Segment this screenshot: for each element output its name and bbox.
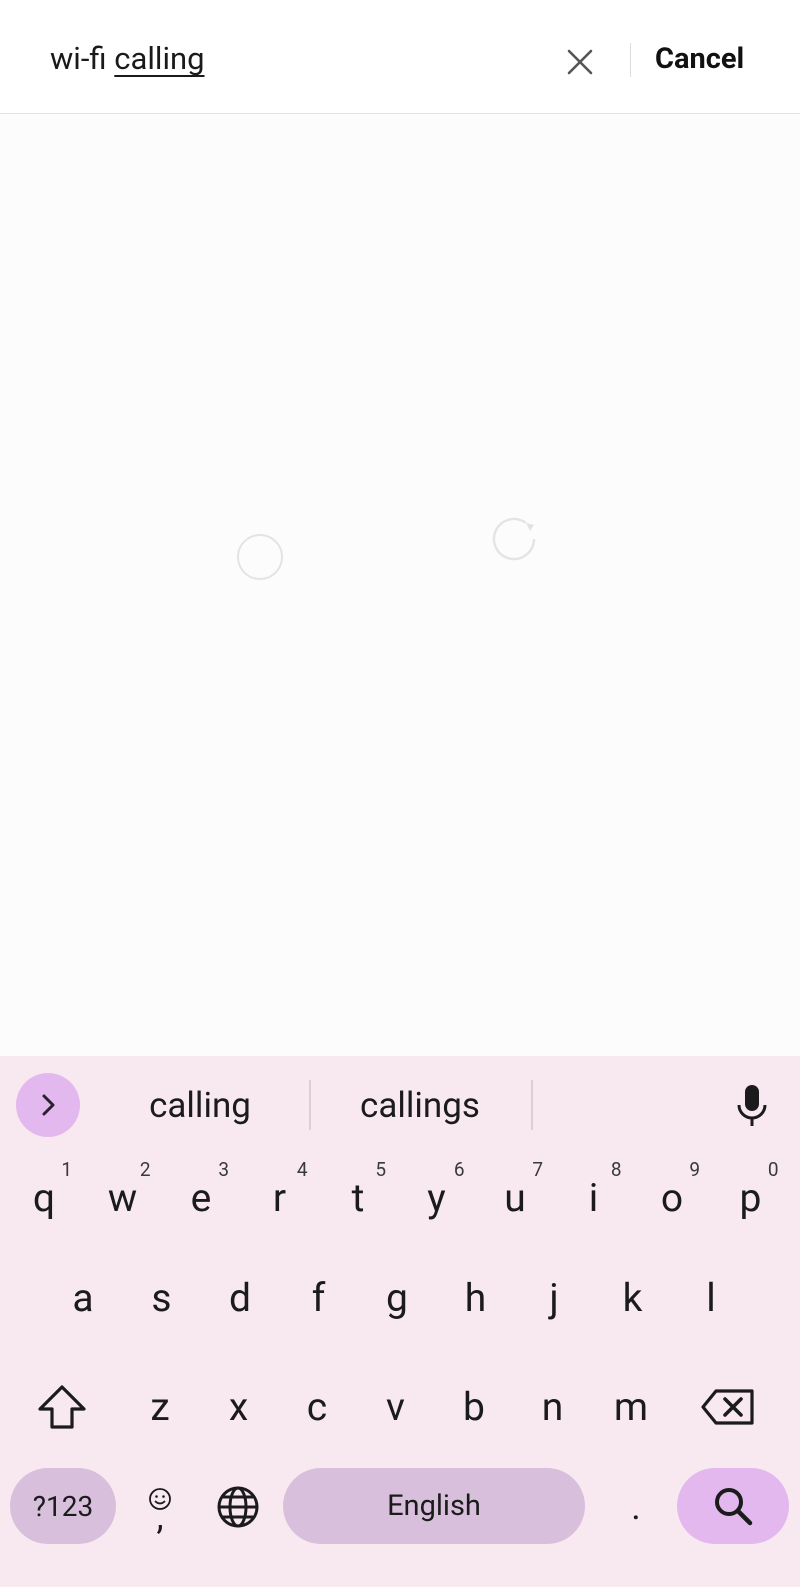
key-u-label: u	[504, 1175, 526, 1221]
loading-spinner-icon	[492, 517, 536, 561]
toolbar-divider	[630, 43, 631, 77]
key-t-hint: 5	[375, 1158, 386, 1181]
key-e-label: e	[190, 1175, 212, 1221]
key-c[interactable]: c	[279, 1361, 355, 1453]
key-q-label: q	[32, 1175, 56, 1221]
key-t[interactable]: t5	[320, 1152, 396, 1244]
shift-key[interactable]	[24, 1361, 100, 1453]
key-l-label: l	[706, 1275, 716, 1321]
microphone-icon	[737, 1085, 767, 1126]
key-m-label: m	[613, 1384, 649, 1430]
chevron-right-icon	[42, 1094, 55, 1116]
key-g[interactable]: g	[359, 1252, 435, 1344]
key-t-label: t	[351, 1175, 365, 1221]
cancel-button[interactable]: Cancel	[655, 42, 744, 76]
key-d[interactable]: d	[202, 1252, 278, 1344]
key-e[interactable]: e3	[163, 1152, 239, 1244]
key-r-label: r	[272, 1175, 287, 1221]
key-i-label: i	[588, 1175, 599, 1221]
close-icon	[567, 49, 593, 75]
key-u-hint: 7	[532, 1158, 543, 1181]
key-s-label: s	[151, 1275, 172, 1321]
key-i[interactable]: i8	[556, 1152, 632, 1244]
key-v[interactable]: v	[358, 1361, 434, 1453]
key-j-label: j	[549, 1275, 559, 1321]
clear-button[interactable]	[558, 40, 602, 84]
key-m[interactable]: m	[593, 1361, 669, 1453]
key-y-label: y	[427, 1175, 446, 1221]
key-l[interactable]: l	[673, 1252, 749, 1344]
key-o-label: o	[660, 1175, 684, 1221]
key-i-hint: 8	[610, 1158, 622, 1181]
key-v-label: v	[386, 1384, 405, 1430]
key-p[interactable]: p0	[713, 1152, 789, 1244]
query-composing: calling	[114, 40, 205, 77]
key-f-label: f	[311, 1275, 326, 1321]
key-n[interactable]: n	[515, 1361, 591, 1453]
results-area	[0, 114, 800, 1056]
key-z[interactable]: z	[122, 1361, 198, 1453]
symbols-key[interactable]: ?123	[10, 1468, 116, 1544]
language-key[interactable]	[200, 1461, 276, 1553]
backspace-key[interactable]	[688, 1361, 768, 1453]
voice-input-button[interactable]	[728, 1082, 776, 1130]
key-p-hint: 0	[767, 1158, 779, 1181]
key-z-label: z	[150, 1384, 170, 1430]
globe-icon	[217, 1486, 259, 1528]
key-a[interactable]: a	[45, 1252, 121, 1344]
key-g-label: g	[386, 1275, 408, 1321]
key-r-hint: 4	[296, 1158, 308, 1181]
key-w-label: w	[107, 1175, 138, 1221]
backspace-icon	[701, 1389, 754, 1425]
key-h[interactable]: h	[438, 1252, 514, 1344]
key-c-label: c	[306, 1384, 328, 1430]
key-w-hint: 2	[139, 1158, 151, 1181]
key-y[interactable]: y6	[399, 1152, 475, 1244]
key-x[interactable]: x	[201, 1361, 277, 1453]
period-key[interactable]: .	[598, 1461, 674, 1553]
search-action-key[interactable]	[677, 1468, 789, 1544]
key-j[interactable]: j	[516, 1252, 592, 1344]
comma-label: ,	[156, 1496, 164, 1538]
loading-spinner-icon	[237, 534, 283, 580]
key-x-label: x	[228, 1384, 249, 1430]
key-h-label: h	[464, 1275, 487, 1321]
key-q-hint: 1	[61, 1158, 72, 1181]
key-y-hint: 6	[453, 1158, 465, 1181]
key-s[interactable]: s	[124, 1252, 200, 1344]
key-r[interactable]: r4	[242, 1152, 318, 1244]
shift-icon	[38, 1385, 86, 1429]
key-w[interactable]: w2	[85, 1152, 161, 1244]
key-b-label: b	[463, 1384, 485, 1430]
suggestion-2[interactable]: callings	[330, 1085, 510, 1126]
onscreen-keyboard: calling callings ?123 , English . q 1 w …	[0, 1056, 800, 1587]
emoji-comma-key[interactable]: ,	[122, 1461, 198, 1553]
key-e-hint: 3	[218, 1158, 229, 1181]
key-k[interactable]: k	[595, 1252, 671, 1344]
key-o[interactable]: o9	[634, 1152, 710, 1244]
suggestion-divider	[531, 1080, 533, 1130]
key-u[interactable]: u7	[477, 1152, 553, 1244]
key-o-hint: 9	[689, 1158, 700, 1181]
search-input[interactable]: wi-fi calling	[50, 40, 205, 77]
key-p-label: p	[739, 1175, 762, 1221]
key-b[interactable]: b	[436, 1361, 512, 1453]
space-key[interactable]: English	[283, 1468, 585, 1544]
search-icon	[715, 1488, 753, 1526]
suggestion-expand-button[interactable]	[16, 1073, 80, 1137]
key-f[interactable]: f	[281, 1252, 357, 1344]
suggestion-1[interactable]: calling	[110, 1085, 290, 1126]
key-n-label: n	[541, 1384, 564, 1430]
query-prefix: wi-fi	[50, 40, 115, 77]
search-bar: wi-fi calling Cancel	[0, 0, 800, 114]
key-a-label: a	[72, 1275, 94, 1321]
key-k-label: k	[622, 1275, 643, 1321]
suggestion-divider	[309, 1080, 311, 1130]
key-q[interactable]: q1	[6, 1152, 82, 1244]
key-d-label: d	[229, 1275, 251, 1321]
